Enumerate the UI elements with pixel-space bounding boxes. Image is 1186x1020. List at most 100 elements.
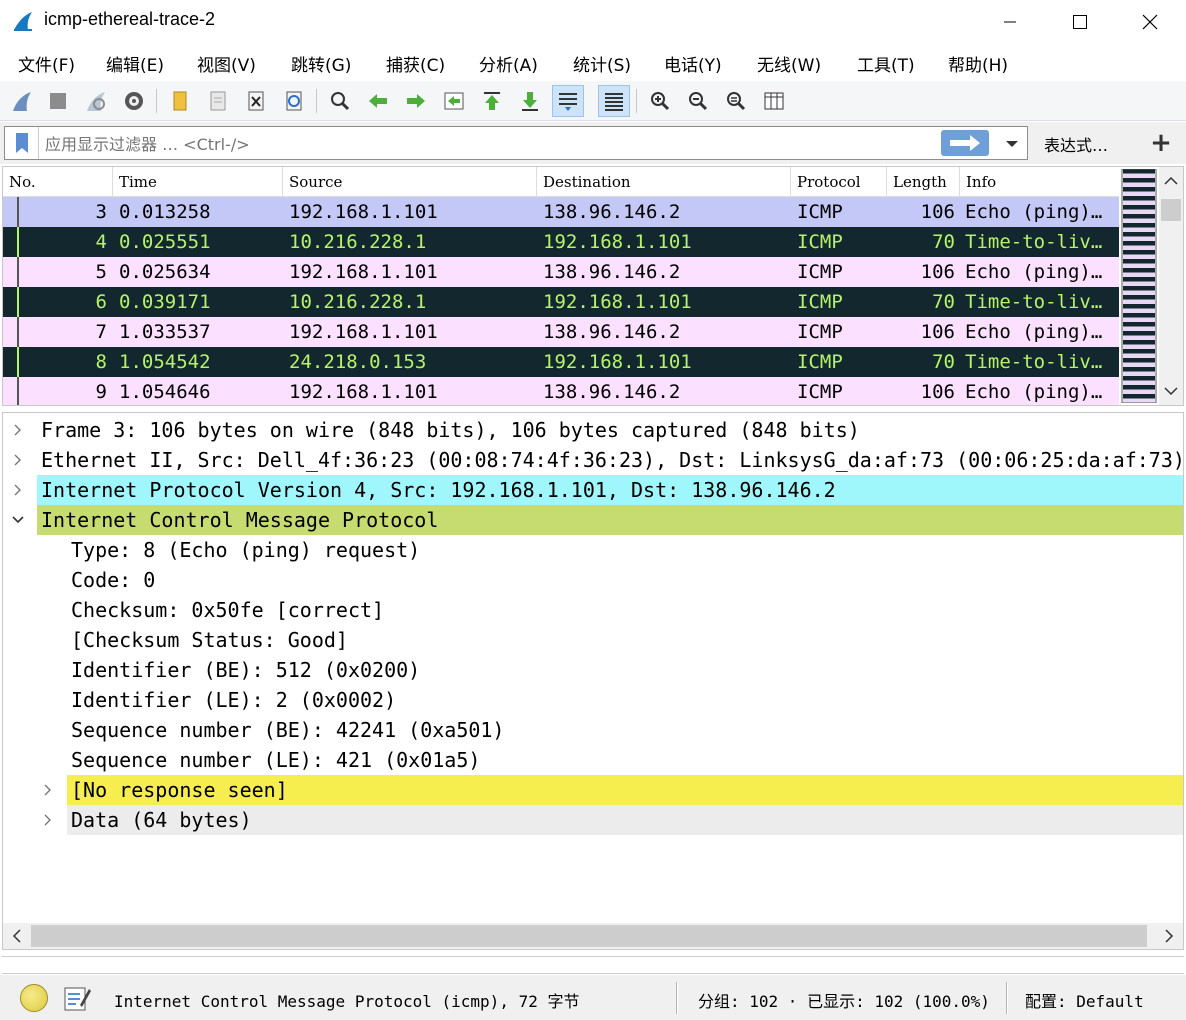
cell-protocol: ICMP bbox=[797, 201, 843, 223]
cell-info: Time-to-liv… bbox=[965, 351, 1103, 373]
expert-info-led-icon[interactable] bbox=[20, 984, 48, 1012]
column-header-source[interactable]: Source bbox=[283, 167, 537, 197]
colorize-button[interactable] bbox=[598, 85, 630, 117]
go-forward-button[interactable] bbox=[400, 85, 432, 117]
display-filter-input[interactable] bbox=[45, 133, 925, 155]
menu-file[interactable]: 文件(F) bbox=[18, 51, 75, 76]
go-to-packet-button[interactable] bbox=[438, 85, 470, 117]
menu-help[interactable]: 帮助(H) bbox=[948, 51, 1008, 76]
shark-fin-start-icon bbox=[13, 92, 31, 111]
detail-tree-item[interactable]: [No response seen] bbox=[67, 775, 1183, 805]
close-button[interactable] bbox=[1115, 0, 1185, 44]
packet-row[interactable]: 3 0.013258 192.168.1.101 138.96.146.2 ICMP 10… bbox=[3, 197, 1119, 227]
resize-columns-button[interactable] bbox=[758, 85, 790, 117]
menu-view[interactable]: 视图(V) bbox=[197, 51, 256, 76]
packet-row[interactable]: 9 1.054646 192.168.1.101 138.96.146.2 ICMP 10… bbox=[3, 377, 1119, 405]
detail-tree-item[interactable]: Sequence number (BE): 42241 (0xa501) bbox=[67, 715, 1183, 745]
zoom-out-button[interactable] bbox=[682, 85, 714, 117]
packet-row[interactable]: 7 1.033537 192.168.1.101 138.96.146.2 ICMP 10… bbox=[3, 317, 1119, 347]
expand-arrow-collapsed-icon[interactable] bbox=[11, 475, 25, 505]
menu-edit[interactable]: 编辑(E) bbox=[106, 51, 164, 76]
detail-tree-item[interactable]: Internet Protocol Version 4, Src: 192.16… bbox=[37, 475, 1183, 505]
detail-tree-item[interactable]: Sequence number (LE): 421 (0x01a5) bbox=[67, 745, 1183, 775]
minimize-button[interactable] bbox=[975, 0, 1045, 44]
colorize-icon bbox=[605, 93, 623, 111]
menu-tools[interactable]: 工具(T) bbox=[857, 51, 915, 76]
packet-row[interactable]: 4 0.025551 10.216.228.1 192.168.1.101 ICMP 70… bbox=[3, 227, 1119, 257]
status-selected-field: Internet Control Message Protocol (icmp)… bbox=[114, 992, 580, 1011]
expand-arrow-collapsed-icon[interactable] bbox=[41, 775, 55, 805]
scroll-thumb[interactable] bbox=[31, 925, 1147, 947]
zoom-in-button[interactable] bbox=[644, 85, 676, 117]
cell-info: Time-to-liv… bbox=[965, 231, 1103, 253]
go-first-button[interactable] bbox=[476, 85, 508, 117]
cell-info: Echo (ping)… bbox=[965, 321, 1103, 343]
filter-history-dropdown[interactable] bbox=[999, 131, 1025, 157]
detail-tree-label: Code: 0 bbox=[71, 568, 156, 592]
menu-capture[interactable]: 捕获(C) bbox=[386, 51, 445, 76]
start-capture-button[interactable] bbox=[6, 85, 38, 117]
detail-tree-item[interactable]: Frame 3: 106 bytes on wire (848 bits), 1… bbox=[37, 415, 1183, 445]
expression-button[interactable]: 表达式… bbox=[1044, 132, 1108, 156]
packet-list-vertical-scrollbar[interactable] bbox=[1159, 167, 1183, 405]
open-file-button[interactable] bbox=[164, 85, 196, 117]
cell-info: Echo (ping)… bbox=[965, 381, 1103, 403]
column-header-destination[interactable]: Destination bbox=[537, 167, 791, 197]
related-packet-indicator bbox=[17, 347, 19, 377]
detail-tree-label: Identifier (LE): 2 (0x0002) bbox=[71, 688, 397, 712]
detail-tree-item[interactable]: Identifier (BE): 512 (0x0200) bbox=[67, 655, 1183, 685]
packet-row[interactable]: 8 1.054542 24.218.0.153 192.168.1.101 ICMP 70… bbox=[3, 347, 1119, 377]
menu-wireless[interactable]: 无线(W) bbox=[757, 51, 821, 76]
go-back-button[interactable] bbox=[362, 85, 394, 117]
restart-capture-button[interactable] bbox=[80, 85, 112, 117]
capture-options-button[interactable] bbox=[118, 85, 150, 117]
packet-minimap[interactable] bbox=[1121, 169, 1157, 403]
reload-button[interactable] bbox=[278, 85, 310, 117]
go-last-button[interactable] bbox=[514, 85, 546, 117]
detail-tree-item[interactable]: Internet Control Message Protocol bbox=[37, 505, 1183, 535]
expand-arrow-expanded-icon[interactable] bbox=[11, 505, 25, 535]
zoom-normal-button[interactable] bbox=[720, 85, 752, 117]
autoscroll-button[interactable] bbox=[552, 85, 584, 117]
status-profile[interactable]: 配置: Default bbox=[1025, 988, 1144, 1012]
stop-capture-button[interactable] bbox=[42, 85, 74, 117]
capture-comment-icon[interactable] bbox=[62, 983, 92, 1013]
detail-tree-item[interactable]: Data (64 bytes) bbox=[67, 805, 1183, 835]
expand-arrow-collapsed-icon[interactable] bbox=[41, 805, 55, 835]
toolbar-separator bbox=[316, 89, 317, 113]
add-filter-button[interactable]: + bbox=[1146, 128, 1176, 158]
column-header-length[interactable]: Length bbox=[887, 167, 960, 197]
menu-statistics[interactable]: 统计(S) bbox=[573, 51, 631, 76]
find-packet-button[interactable] bbox=[324, 85, 356, 117]
detail-tree-item[interactable]: Identifier (LE): 2 (0x0002) bbox=[67, 685, 1183, 715]
column-header-time[interactable]: Time bbox=[113, 167, 283, 197]
detail-tree-item[interactable]: Checksum: 0x50fe [correct] bbox=[67, 595, 1183, 625]
expand-arrow-collapsed-icon[interactable] bbox=[11, 445, 25, 475]
close-file-button[interactable] bbox=[240, 85, 272, 117]
cell-time: 0.039171 bbox=[119, 291, 211, 313]
detail-tree-label: Frame 3: 106 bytes on wire (848 bits), 1… bbox=[41, 418, 860, 442]
toolbar-separator bbox=[636, 89, 637, 113]
apply-filter-button[interactable] bbox=[941, 130, 989, 156]
menu-analyze[interactable]: 分析(A) bbox=[479, 51, 538, 76]
detail-tree-label: Checksum: 0x50fe [correct] bbox=[71, 598, 385, 622]
save-file-button[interactable] bbox=[202, 85, 234, 117]
column-header-protocol[interactable]: Protocol bbox=[791, 167, 887, 197]
details-horizontal-scrollbar[interactable] bbox=[3, 923, 1183, 949]
detail-tree-label: [No response seen] bbox=[71, 778, 288, 802]
scroll-thumb[interactable] bbox=[1161, 199, 1181, 221]
column-header-info[interactable]: Info bbox=[960, 167, 1119, 197]
column-header-no[interactable]: No. bbox=[3, 167, 113, 197]
packet-row[interactable]: 5 0.025634 192.168.1.101 138.96.146.2 ICMP 10… bbox=[3, 257, 1119, 287]
detail-tree-item[interactable]: Type: 8 (Echo (ping) request) bbox=[67, 535, 1183, 565]
filter-bookmark-button[interactable] bbox=[5, 127, 39, 159]
detail-tree-item[interactable]: Code: 0 bbox=[67, 565, 1183, 595]
packet-row[interactable]: 6 0.039171 10.216.228.1 192.168.1.101 ICMP 70… bbox=[3, 287, 1119, 317]
detail-tree-label: Data (64 bytes) bbox=[71, 808, 252, 832]
detail-tree-item[interactable]: [Checksum Status: Good] bbox=[67, 625, 1183, 655]
expand-arrow-collapsed-icon[interactable] bbox=[11, 415, 25, 445]
maximize-button[interactable] bbox=[1045, 0, 1115, 44]
menu-telephony[interactable]: 电话(Y) bbox=[664, 51, 722, 76]
detail-tree-item[interactable]: Ethernet II, Src: Dell_4f:36:23 (00:08:7… bbox=[37, 445, 1183, 475]
menu-go[interactable]: 跳转(G) bbox=[291, 51, 351, 76]
